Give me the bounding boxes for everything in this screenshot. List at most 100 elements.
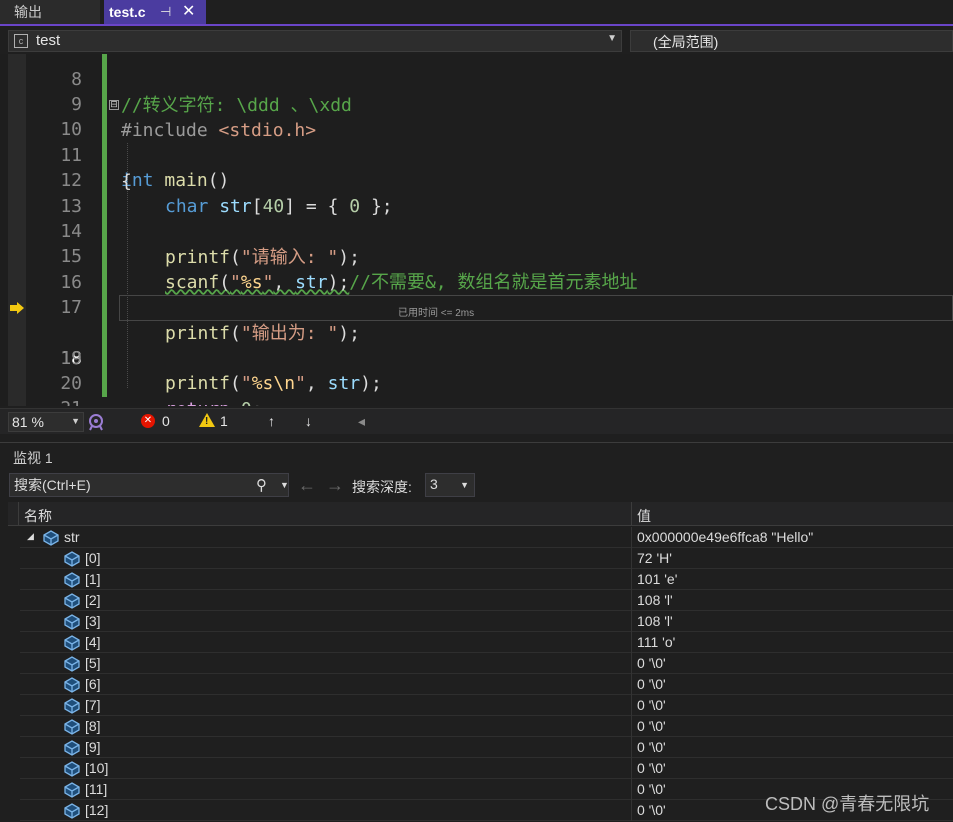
instruction-pointer-arrow-icon xyxy=(10,302,24,314)
c-file-icon: c xyxy=(14,34,28,48)
column-header-name[interactable]: 名称 xyxy=(24,506,52,526)
expand-collapse-icon[interactable]: ◢ xyxy=(27,531,34,542)
previous-issue-arrow-icon[interactable]: ↑ xyxy=(268,413,275,429)
zoom-level: 81 % xyxy=(12,414,44,430)
watch-item-name[interactable]: [10] xyxy=(85,760,108,776)
tab-output[interactable]: 输出 xyxy=(0,0,100,24)
watch-item-value[interactable]: 108 'l' xyxy=(637,592,673,608)
search-back-arrow-icon[interactable]: ← xyxy=(298,475,316,496)
watch-item-value[interactable]: 101 'e' xyxy=(637,571,677,587)
code-line: 21 } xyxy=(0,371,953,406)
watch-row-element[interactable]: [7] 0 '\0' xyxy=(20,695,953,716)
code-line: 8 //转义字符: \ddd 、\xdd xyxy=(0,54,953,115)
watch-item-value[interactable]: 0 '\0' xyxy=(637,781,666,797)
scope-dropdown-label: (全局范围) xyxy=(653,34,719,50)
watch-search-box[interactable]: ⚲ ▼ xyxy=(9,473,289,497)
watch-item-value[interactable]: 0 '\0' xyxy=(637,697,666,713)
navigation-bar: c test ▼ (全局范围) xyxy=(0,28,953,54)
watch-row-root[interactable]: ◢ str 0x000000e49e6ffca8 "Hello" xyxy=(20,527,953,548)
watch-item-value[interactable]: 111 'o' xyxy=(637,634,675,650)
chevron-down-icon: ▼ xyxy=(460,480,469,490)
chevron-down-icon[interactable]: ▼ xyxy=(280,480,289,490)
error-icon[interactable]: ✕ xyxy=(141,414,155,428)
watch-item-name[interactable]: [2] xyxy=(85,592,101,608)
code-editor[interactable]: 8 //转义字符: \ddd 、\xdd 9 #include <stdio.h… xyxy=(0,54,953,406)
watch-window-title: 监视 1 xyxy=(13,450,53,466)
watch-item-value[interactable]: 0 '\0' xyxy=(637,718,666,734)
watch-row-element[interactable]: [0] 72 'H' xyxy=(20,548,953,569)
watch-row-element[interactable]: [4] 111 'o' xyxy=(20,632,953,653)
watch-item-name[interactable]: [3] xyxy=(85,613,101,629)
zoom-dropdown[interactable]: 81 % ▼ xyxy=(8,412,84,432)
watch-search-input[interactable] xyxy=(14,475,244,495)
watch-row-element[interactable]: [5] 0 '\0' xyxy=(20,653,953,674)
close-icon[interactable]: ✕ xyxy=(182,0,195,24)
watch-item-name[interactable]: str xyxy=(64,529,80,545)
next-issue-arrow-icon[interactable]: ↓ xyxy=(305,413,312,429)
variable-icon xyxy=(63,802,81,819)
watch-row-element[interactable]: [3] 108 'l' xyxy=(20,611,953,632)
variable-icon xyxy=(63,571,81,588)
scope-dropdown[interactable]: (全局范围) xyxy=(630,30,953,52)
variable-icon xyxy=(63,655,81,672)
error-count[interactable]: 0 xyxy=(162,413,170,429)
watch-item-name[interactable]: [9] xyxy=(85,739,101,755)
scroll-left-icon[interactable]: ◂ xyxy=(358,413,365,430)
code-line: 14 printf("请输入: "); xyxy=(0,194,953,267)
fold-collapse-icon[interactable]: ⊟ xyxy=(109,100,119,110)
watch-row-element[interactable]: [10] 0 '\0' xyxy=(20,758,953,779)
watch-item-value[interactable]: 0x000000e49e6ffca8 "Hello" xyxy=(637,529,813,545)
watch-item-name[interactable]: [8] xyxy=(85,718,101,734)
watch-item-name[interactable]: [0] xyxy=(85,550,101,566)
tab-test-c[interactable]: test.c ⊣ ✕ xyxy=(104,0,206,24)
code-line: 11 { xyxy=(0,118,953,191)
watch-item-name[interactable]: [12] xyxy=(85,802,108,818)
watch-item-name[interactable]: [1] xyxy=(85,571,101,587)
watch-row-element[interactable]: [2] 108 'l' xyxy=(20,590,953,611)
search-depth-value: 3 xyxy=(430,476,438,492)
variable-icon xyxy=(42,529,60,546)
watch-row-element[interactable]: [6] 0 '\0' xyxy=(20,674,953,695)
watch-item-name[interactable]: [11] xyxy=(85,781,107,797)
line-number: 21 xyxy=(30,396,82,406)
watch-item-name[interactable]: [5] xyxy=(85,655,101,671)
column-splitter[interactable] xyxy=(631,502,632,526)
code-line: 20 return 0; xyxy=(0,346,953,406)
watch-item-value[interactable]: 0 '\0' xyxy=(637,655,666,671)
column-header-value[interactable]: 值 xyxy=(637,506,651,526)
variable-icon xyxy=(63,718,81,735)
search-icon[interactable]: ⚲ xyxy=(256,476,267,494)
watch-row-element[interactable]: [9] 0 '\0' xyxy=(20,737,953,758)
watch-item-value[interactable]: 72 'H' xyxy=(637,550,672,566)
watch-grid: 名称 值 ◢ str 0x000000e49e6ffca8 "Hello" [0] 72… xyxy=(8,502,953,822)
code-line: 15 scanf("%s", str);//不需要&, 数组名就是首元素地址 xyxy=(0,219,953,292)
search-depth-dropdown[interactable]: 3 ▼ xyxy=(425,473,475,497)
copilot-icon[interactable] xyxy=(88,413,104,431)
chevron-down-icon: ▼ xyxy=(607,33,617,44)
watch-item-value[interactable]: 108 'l' xyxy=(637,613,673,629)
code-line-current: 18 printf("%s\n", str); 已用时间 <= 2ms xyxy=(0,295,953,394)
code-line: 16 xyxy=(0,245,953,293)
watch-item-value[interactable]: 0 '\0' xyxy=(637,739,666,755)
watch-row-element[interactable]: [1] 101 'e' xyxy=(20,569,953,590)
search-forward-arrow-icon[interactable]: → xyxy=(326,475,344,496)
watch-item-name[interactable]: [7] xyxy=(85,697,101,713)
tab-test-c-label: test.c xyxy=(109,4,146,20)
watch-grid-header: 名称 值 xyxy=(8,502,953,526)
pin-icon[interactable]: ⊣ xyxy=(160,0,171,24)
document-tab-bar: 输出 test.c ⊣ ✕ xyxy=(0,0,953,26)
watch-item-value[interactable]: 0 '\0' xyxy=(637,802,666,818)
project-dropdown[interactable]: c test ▼ xyxy=(8,30,622,52)
watch-item-value[interactable]: 0 '\0' xyxy=(637,760,666,776)
watch-item-name[interactable]: [4] xyxy=(85,634,101,650)
code-text: return 0; xyxy=(165,397,263,406)
code-line: 12 char str[40] = { 0 }; xyxy=(0,143,953,216)
watch-row-element[interactable]: [8] 0 '\0' xyxy=(20,716,953,737)
warning-mark: ! xyxy=(205,416,209,427)
watch-item-name[interactable]: [6] xyxy=(85,676,101,692)
watch-item-value[interactable]: 0 '\0' xyxy=(637,676,666,692)
variable-icon xyxy=(63,739,81,756)
variable-icon xyxy=(63,697,81,714)
chevron-down-icon: ▼ xyxy=(71,416,80,426)
warning-count[interactable]: 1 xyxy=(220,413,228,429)
